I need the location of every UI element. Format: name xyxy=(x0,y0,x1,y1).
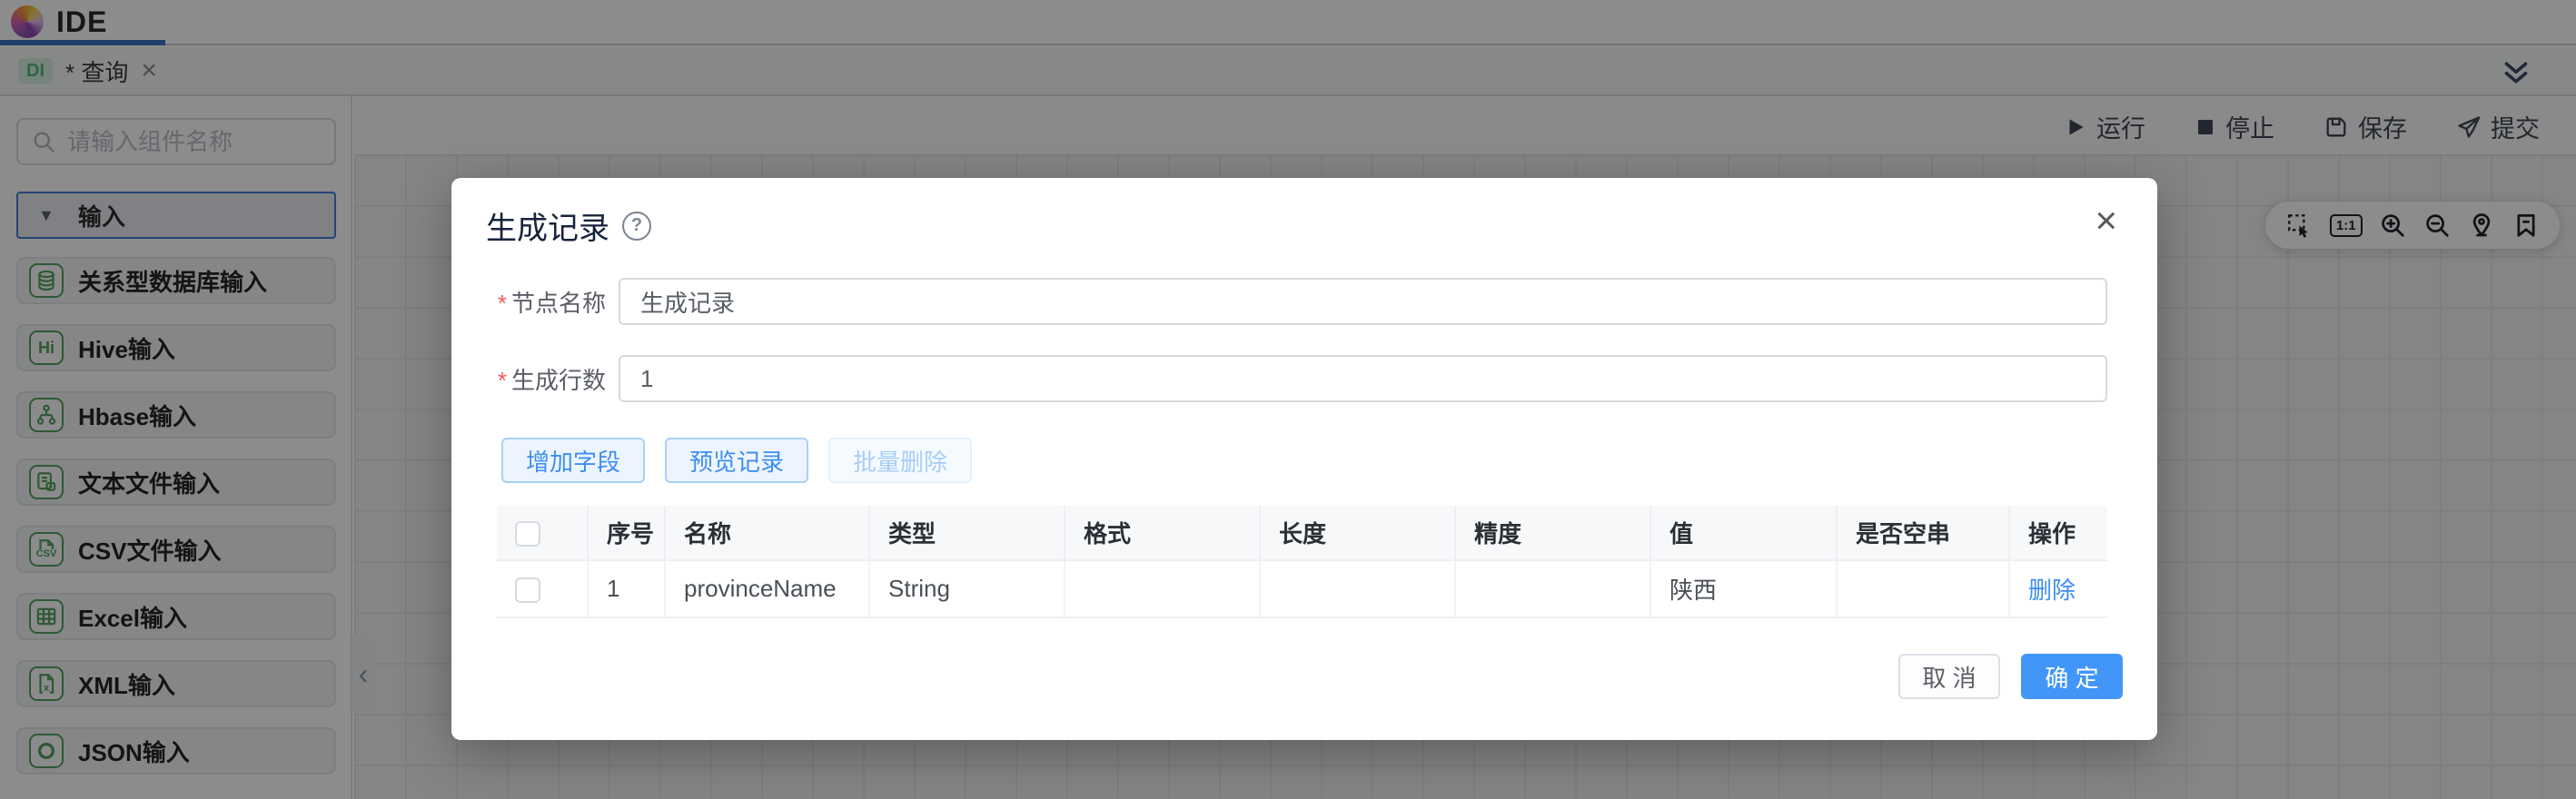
delete-row-link[interactable]: 删除 xyxy=(2028,577,2076,604)
cell-seq: 1 xyxy=(588,560,665,617)
dialog-footer: 取 消 确 定 xyxy=(1898,654,2123,699)
col-action: 操作 xyxy=(2009,506,2107,560)
col-format: 格式 xyxy=(1065,506,1260,560)
row-count-input[interactable] xyxy=(619,355,2107,402)
cell-format[interactable] xyxy=(1065,560,1260,617)
cell-is-empty[interactable] xyxy=(1837,560,2009,617)
node-name-input[interactable] xyxy=(619,278,2107,325)
batch-delete-button[interactable]: 批量删除 xyxy=(828,438,972,483)
cell-name[interactable]: provinceName xyxy=(665,560,869,617)
node-name-label: *节点名称 xyxy=(486,285,606,319)
col-precision: 精度 xyxy=(1455,506,1650,560)
preview-records-button[interactable]: 预览记录 xyxy=(665,438,808,483)
cell-value[interactable]: 陕西 xyxy=(1650,560,1837,617)
field-actions: 增加字段 预览记录 批量删除 xyxy=(501,438,972,483)
table-row: 1 provinceName String 陕西 删除 xyxy=(497,560,2107,617)
col-name: 名称 xyxy=(665,506,869,560)
row-checkbox[interactable] xyxy=(515,577,540,603)
col-seq: 序号 xyxy=(588,506,665,560)
cell-precision[interactable] xyxy=(1455,560,1650,617)
generate-records-dialog: 生成记录 ? × *节点名称 *生成行数 增加字段 预览记录 批量删除 序号 名… xyxy=(451,178,2157,740)
dialog-close-icon[interactable]: × xyxy=(2095,202,2117,240)
table-header-row: 序号 名称 类型 格式 长度 精度 值 是否空串 操作 xyxy=(497,506,2107,560)
help-icon[interactable]: ? xyxy=(622,212,651,241)
required-marker: * xyxy=(498,290,507,317)
row-count-field: *生成行数 xyxy=(486,355,2107,402)
dialog-title: 生成记录 xyxy=(486,203,609,248)
select-all-checkbox[interactable] xyxy=(515,521,540,547)
row-count-label: *生成行数 xyxy=(486,362,606,396)
add-field-button[interactable]: 增加字段 xyxy=(501,438,645,483)
col-value: 值 xyxy=(1650,506,1837,560)
cell-length[interactable] xyxy=(1260,560,1455,617)
col-type: 类型 xyxy=(869,506,1065,560)
required-marker: * xyxy=(498,367,507,394)
ok-button[interactable]: 确 定 xyxy=(2021,654,2123,699)
col-is-empty: 是否空串 xyxy=(1837,506,2009,560)
col-length: 长度 xyxy=(1260,506,1455,560)
cancel-button[interactable]: 取 消 xyxy=(1898,654,2000,699)
node-name-field: *节点名称 xyxy=(486,278,2107,325)
fields-table: 序号 名称 类型 格式 长度 精度 值 是否空串 操作 1 provinceNa… xyxy=(497,506,2107,618)
cell-type[interactable]: String xyxy=(869,560,1065,617)
